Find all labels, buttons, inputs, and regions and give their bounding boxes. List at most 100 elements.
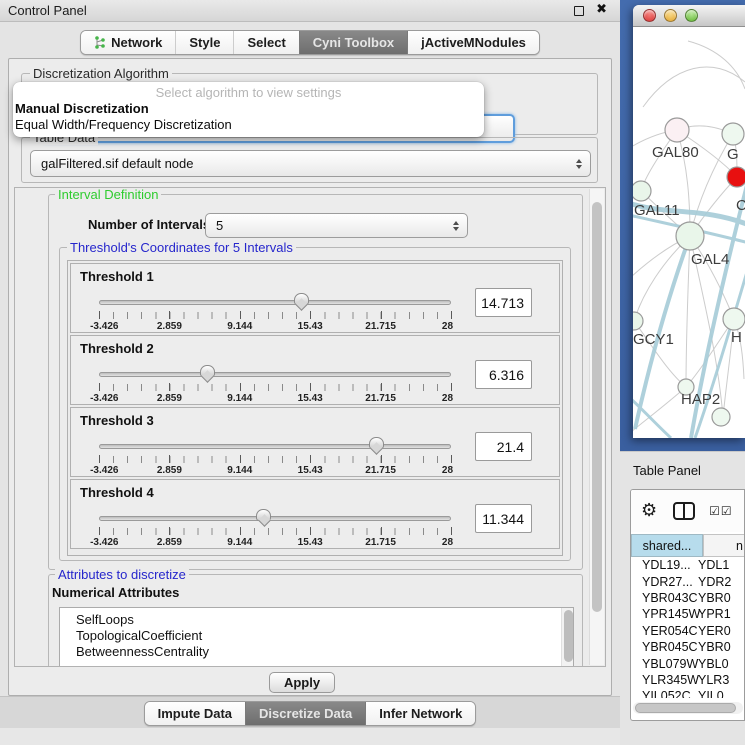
node-label: C <box>736 197 745 214</box>
node-partial-h <box>723 308 745 330</box>
node-gal4 <box>676 222 704 250</box>
threshold-2-panel: Threshold 2 -3.4262.8599.14415.4321.7152… <box>70 335 560 405</box>
network-view-window: GAL80 G C GAL11 GAL4 GCY1 H HAP2 <box>633 5 745 438</box>
apply-button[interactable]: Apply <box>269 672 335 693</box>
float-panel-icon[interactable] <box>574 6 584 16</box>
table-row[interactable]: YER054CYER0 <box>631 623 745 639</box>
table-panel-title: Table Panel <box>633 463 701 478</box>
threshold-2-value-field[interactable]: 6.316 <box>475 360 532 389</box>
bottom-tab-bar: Impute Data Discretize Data Infer Networ… <box>0 701 620 726</box>
columns-icon[interactable] <box>673 502 695 520</box>
threshold-3-value-field[interactable]: 21.4 <box>475 432 532 461</box>
list-item[interactable]: BetweennessCentrality <box>60 644 573 660</box>
node-label: GAL11 <box>634 202 680 219</box>
discretization-algorithm-legend: Discretization Algorithm <box>30 66 172 81</box>
network-canvas[interactable]: GAL80 G C GAL11 GAL4 GCY1 H HAP2 <box>633 27 745 438</box>
screen: Control Panel ✖ Network Style Select Cyn… <box>0 0 745 745</box>
node-label: HAP2 <box>681 391 720 408</box>
node-bottom <box>712 408 730 426</box>
table-row[interactable]: YIL052CYIL0 <box>631 688 745 698</box>
slider-thumb[interactable] <box>200 365 215 377</box>
slider-track[interactable] <box>99 516 451 521</box>
tab-cyni-toolbox[interactable]: Cyni Toolbox <box>299 31 407 54</box>
node-gcy1 <box>633 312 643 330</box>
numerical-attributes-list: SelfLoops TopologicalCoefficient Between… <box>59 607 574 667</box>
list-item[interactable]: SelfLoops <box>60 612 573 628</box>
tab-impute-data[interactable]: Impute Data <box>145 702 245 725</box>
slider-track[interactable] <box>99 300 451 305</box>
top-tab-bar: Network Style Select Cyni Toolbox jActiv… <box>0 30 620 55</box>
threshold-3-panel: Threshold 3 -3.4262.8599.14415.4321.7152… <box>70 407 560 477</box>
attributes-legend: Attributes to discretize <box>55 567 189 582</box>
tab-jactivemodules[interactable]: jActiveMNodules <box>407 31 539 54</box>
dropdown-option-equal-width[interactable]: Equal Width/Frequency Discretization <box>13 117 484 133</box>
threshold-1-value-field[interactable]: 14.713 <box>475 288 532 317</box>
table-row[interactable]: YBR045CYBR0 <box>631 639 745 655</box>
number-of-intervals-label: Number of Intervals <box>88 217 210 232</box>
table-row[interactable]: YBR043CYBR0 <box>631 590 745 606</box>
table-row[interactable]: YDR27...YDR2 <box>631 573 745 589</box>
tab-network[interactable]: Network <box>81 31 175 54</box>
close-window-icon[interactable] <box>643 9 656 22</box>
node-gal11 <box>633 181 651 201</box>
node-label: GAL80 <box>652 144 699 161</box>
table-rows: YDL19...YDL1 YDR27...YDR2 YBR043CYBR0 YP… <box>631 557 745 698</box>
threshold-1-panel: Threshold 1 -3.4262.8599.14415.4321.7152… <box>70 263 560 333</box>
select-columns-icon[interactable]: ☑☑ <box>709 504 733 518</box>
column-header-name[interactable]: n <box>703 534 745 557</box>
tab-infer-network[interactable]: Infer Network <box>365 702 475 725</box>
tab-network-label: Network <box>111 35 162 50</box>
slider-thumb[interactable] <box>256 509 271 521</box>
list-item[interactable]: TopologicalCoefficient <box>60 628 573 644</box>
tab-select[interactable]: Select <box>233 31 298 54</box>
table-header: shared... n <box>631 534 745 557</box>
threshold-2-slider[interactable]: -3.4262.8599.14415.4321.71528 <box>99 364 451 402</box>
threshold-1-slider[interactable]: -3.4262.8599.14415.4321.71528 <box>99 292 451 330</box>
dropdown-option-manual[interactable]: Manual Discretization <box>13 101 484 117</box>
gear-icon[interactable]: ⚙ <box>641 502 657 520</box>
slider-thumb[interactable] <box>294 293 309 305</box>
slider-thumb[interactable] <box>369 437 384 449</box>
node-label: H <box>731 329 742 346</box>
numerical-attributes-label: Numerical Attributes <box>52 585 179 600</box>
interval-definition-legend: Interval Definition <box>55 187 161 202</box>
list-scrollbar[interactable] <box>561 608 573 667</box>
zoom-window-icon[interactable] <box>685 9 698 22</box>
slider-track[interactable] <box>99 372 451 377</box>
node-red <box>727 167 745 187</box>
interval-definition-group: Interval Definition Number of Intervals … <box>48 194 583 570</box>
table-data-combobox[interactable]: galFiltered.sif default node <box>30 150 591 177</box>
minimize-window-icon[interactable] <box>664 9 677 22</box>
dropdown-prompt: Select algorithm to view settings <box>13 85 484 101</box>
attributes-group: Attributes to discretize Numerical Attri… <box>48 574 583 667</box>
table-panel: Table Panel ⚙ ☑☑ shared... n YDL19...YDL… <box>620 451 745 745</box>
tab-style[interactable]: Style <box>175 31 233 54</box>
table-row[interactable]: YBL079WYBL0 <box>631 655 745 671</box>
right-side: GAL80 G C GAL11 GAL4 GCY1 H HAP2 Table P… <box>620 0 745 745</box>
table-row[interactable]: YDL19...YDL1 <box>631 557 745 573</box>
control-panel: Control Panel ✖ Network Style Select Cyn… <box>0 0 620 745</box>
settings-scroll-area: Interval Definition Number of Intervals … <box>14 187 606 667</box>
threshold-4-slider[interactable]: -3.4262.8599.14415.4321.71528 <box>99 508 451 546</box>
thresholds-legend: Threshold's Coordinates for 5 Intervals <box>67 240 296 255</box>
thresholds-container: Threshold 1 -3.4262.8599.14415.4321.7152… <box>67 260 563 556</box>
settings-vertical-scrollbar[interactable] <box>589 189 604 665</box>
panel-title: Control Panel <box>8 3 87 18</box>
thresholds-group: Threshold's Coordinates for 5 Intervals … <box>59 247 571 561</box>
tab-discretize-data[interactable]: Discretize Data <box>245 702 365 725</box>
node-label: GAL4 <box>691 251 729 268</box>
table-row[interactable]: YLR345WYLR3 <box>631 672 745 688</box>
table-toolbar: ⚙ ☑☑ <box>631 490 745 532</box>
column-header-shared-name[interactable]: shared... <box>631 534 703 557</box>
number-of-intervals-combobox[interactable]: 5 <box>205 213 468 238</box>
threshold-3-slider[interactable]: -3.4262.8599.14415.4321.71528 <box>99 436 451 474</box>
table-horizontal-scrollbar[interactable] <box>633 702 743 714</box>
close-panel-icon[interactable]: ✖ <box>596 2 607 17</box>
combo-spinner-icon <box>453 221 459 231</box>
threshold-4-value-field[interactable]: 11.344 <box>475 504 532 533</box>
table-data-group: Table Data galFiltered.sif default node <box>21 137 598 183</box>
table-row[interactable]: YPR145WYPR1 <box>631 606 745 622</box>
algorithm-dropdown-popup: Select algorithm to view settings Manual… <box>13 82 484 137</box>
network-icon <box>94 36 106 49</box>
slider-track[interactable] <box>99 444 451 449</box>
